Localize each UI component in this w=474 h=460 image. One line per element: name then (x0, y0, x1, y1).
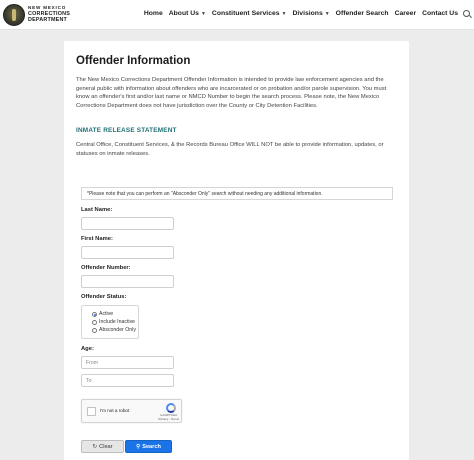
logo-line-3: DEPARTMENT (28, 17, 68, 24)
nav-label: Home (143, 10, 163, 17)
nav-label: Contact Us (422, 10, 458, 17)
recaptcha-links[interactable]: Privacy - Terms (158, 417, 179, 421)
nav-item-about-us[interactable]: About Us ▼ (169, 10, 206, 17)
recaptcha-logo-icon (166, 403, 176, 413)
status-option-label: Active (99, 311, 114, 317)
offender-status-group: Active Include Inactive Absconder Only (81, 305, 139, 339)
search-icon[interactable] (463, 10, 470, 17)
status-option-absconder-only[interactable]: Absconder Only (92, 327, 136, 333)
nav-label: Offender Search (335, 10, 389, 17)
nav-label: About Us (168, 10, 199, 17)
nav-label: Constituent Services (211, 10, 280, 17)
offender-number-label: Offender Number: (81, 265, 131, 271)
recaptcha-widget: I'm not a robot reCAPTCHA Privacy - Term… (81, 399, 182, 423)
nav-item-constituent-services[interactable]: Constituent Services ▼ (212, 10, 287, 17)
search-button-label: Search (142, 443, 161, 450)
chevron-down-icon: ▼ (200, 10, 206, 17)
status-option-include-inactive[interactable]: Include Inactive (92, 319, 135, 325)
radio-selected-icon[interactable] (92, 311, 97, 317)
refresh-icon: ↻ (92, 443, 98, 450)
chevron-down-icon: ▼ (281, 10, 287, 17)
absconder-notice: *Please note that you can perform an "Ab… (81, 187, 393, 200)
nav-item-divisions[interactable]: Divisions ▼ (293, 10, 330, 17)
page-title: Offender Information (76, 55, 191, 67)
magnifier-icon: ⚲ (136, 443, 141, 450)
age-to-input[interactable] (81, 374, 174, 387)
nav-label: Divisions (292, 10, 323, 17)
age-from-input[interactable] (81, 356, 174, 369)
offender-status-label: Offender Status: (81, 294, 127, 300)
age-label: Age: (81, 346, 94, 352)
status-option-active[interactable]: Active (92, 311, 113, 317)
chevron-down-icon: ▼ (324, 10, 330, 17)
nav-item-home[interactable]: Home (144, 10, 163, 17)
nav-label: Career (394, 10, 417, 17)
site-header: NEW MEXICO CORRECTIONS DEPARTMENT Home A… (0, 0, 474, 30)
offender-info-card: Offender Information The New Mexico Corr… (64, 41, 409, 460)
search-button[interactable]: ⚲ Search (125, 440, 172, 453)
department-seal-icon (3, 4, 25, 26)
last-name-input[interactable] (81, 217, 174, 230)
first-name-label: First Name: (81, 236, 113, 242)
logo-text: NEW MEXICO CORRECTIONS DEPARTMENT (28, 6, 70, 24)
intro-paragraph: The New Mexico Corrections Department Of… (76, 77, 387, 109)
clear-button[interactable]: ↻ Clear (81, 440, 124, 453)
recaptcha-brand: reCAPTCHA Privacy - Terms (158, 413, 179, 421)
release-statement-text: Central Office, Constituent Services, & … (76, 142, 384, 157)
clear-button-label: Clear (99, 443, 113, 450)
site-logo[interactable]: NEW MEXICO CORRECTIONS DEPARTMENT (3, 2, 70, 28)
nav-item-career[interactable]: Career (395, 10, 417, 17)
recaptcha-checkbox[interactable] (87, 407, 96, 416)
status-option-label: Include Inactive (99, 319, 136, 325)
release-statement-heading: INMATE RELEASE STATEMENT (76, 127, 177, 134)
last-name-label: Last Name: (81, 207, 113, 213)
offender-number-input[interactable] (81, 275, 174, 288)
radio-icon[interactable] (92, 327, 97, 333)
nav-item-contact-us[interactable]: Contact Us (422, 10, 458, 17)
radio-icon[interactable] (92, 319, 97, 325)
recaptcha-label: I'm not a robot (100, 408, 130, 413)
first-name-input[interactable] (81, 246, 174, 259)
main-nav: Home About Us ▼ Constituent Services ▼ Div… (138, 10, 470, 17)
status-option-label: Absconder Only (99, 327, 136, 333)
nav-item-offender-search[interactable]: Offender Search (336, 10, 389, 17)
